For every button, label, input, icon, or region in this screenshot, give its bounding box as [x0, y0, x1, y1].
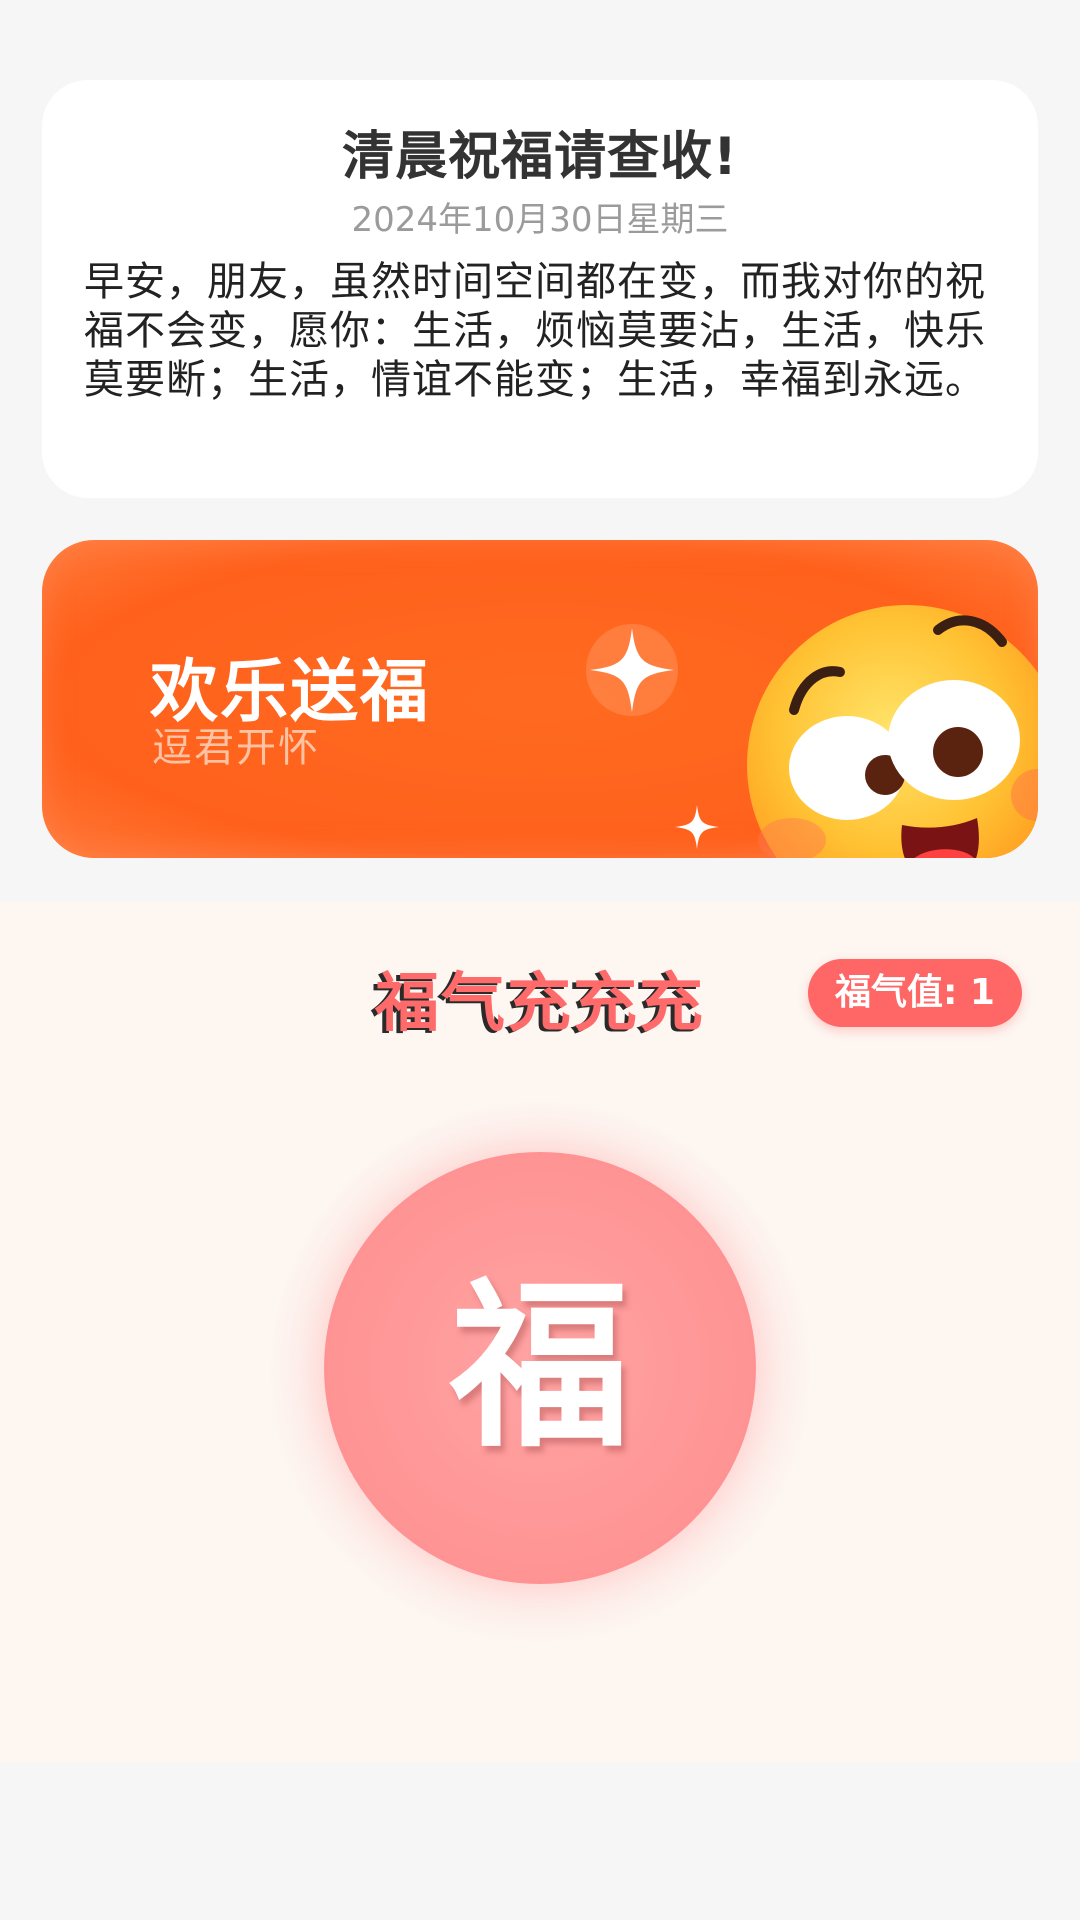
greeting-title: 清晨祝福请查收!: [342, 127, 738, 187]
sparkle-icon: [675, 805, 719, 849]
greeting-date: 2024年10月30日星期三: [351, 200, 729, 240]
blessing-section: 福气充充充 福气值: 1 福: [0, 902, 1080, 1762]
sparkle-icon: [586, 624, 678, 716]
joy-banner[interactable]: 欢乐送福 逗君开怀: [42, 540, 1038, 858]
blessing-value-badge: 福气值: 1: [808, 959, 1022, 1027]
banner-subtitle: 逗君开怀: [152, 725, 320, 771]
fu-button[interactable]: 福: [324, 1152, 756, 1584]
fu-character: 福: [449, 1263, 630, 1472]
greeting-message: 早安，朋友，虽然时间空间都在变，而我对你的祝福不会变，愿你：生活，烦恼莫要沾，生…: [84, 259, 986, 403]
smiley-emoji-icon: [747, 605, 1038, 858]
